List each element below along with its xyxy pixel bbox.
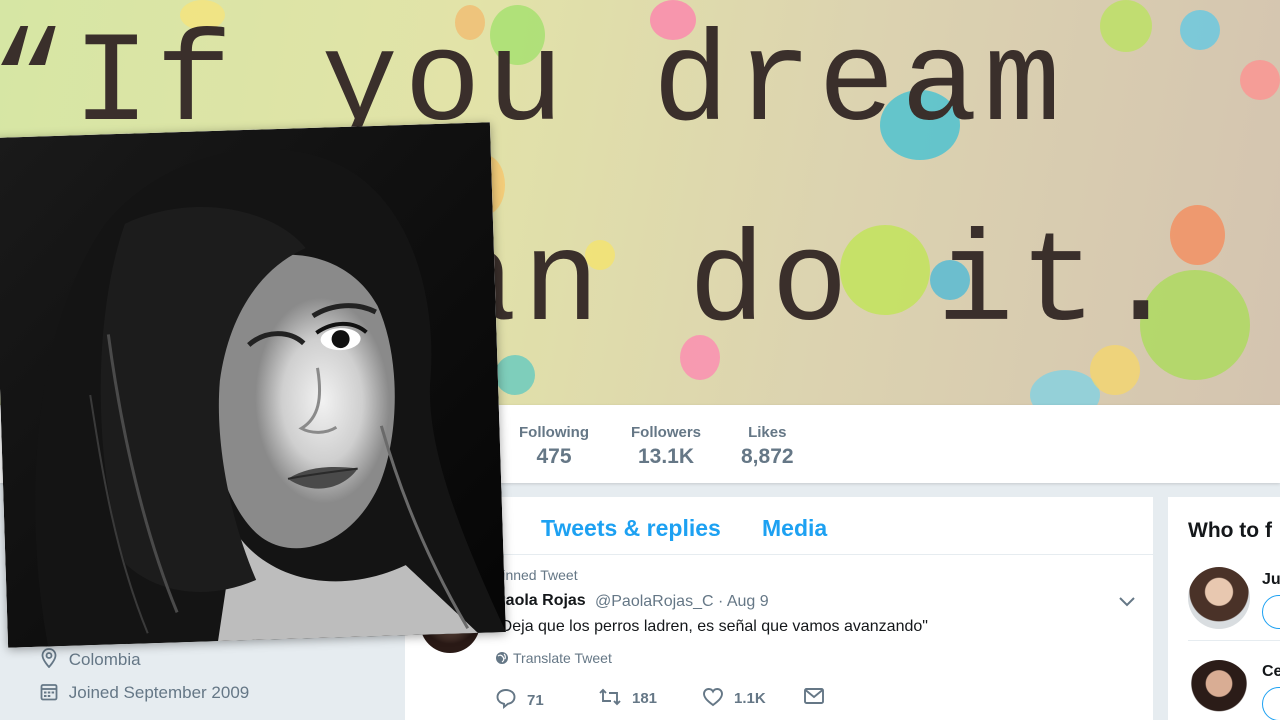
stat-followers-label: Followers xyxy=(631,424,702,441)
like-count: 1.1K xyxy=(734,690,766,707)
heart-icon xyxy=(702,688,734,707)
suggested-user-name[interactable]: Ju xyxy=(1262,571,1280,589)
profile-joined: Joined September 2009 xyxy=(40,683,249,718)
stat-likes-label: Likes xyxy=(748,424,787,441)
translate-tweet-text: Translate Tweet xyxy=(513,650,612,666)
stat-following-label: Following xyxy=(519,424,589,441)
stat-following[interactable]: Following 475 xyxy=(519,424,589,469)
tab-tweets-replies[interactable]: Tweets & replies xyxy=(541,515,721,542)
retweet-count: 181 xyxy=(632,690,658,707)
tab-media[interactable]: Media xyxy=(762,515,827,542)
stat-likes-value: 8,872 xyxy=(741,445,794,468)
stat-followers-value: 13.1K xyxy=(637,445,695,468)
retweet-icon xyxy=(598,688,632,707)
profile-tabs: s Tweets & replies Media xyxy=(405,497,1153,555)
envelope-icon xyxy=(803,688,835,705)
who-to-follow-title: Who to f xyxy=(1188,519,1272,542)
stat-following-value: 475 xyxy=(536,445,572,468)
pinned-label: Pinned Tweet xyxy=(493,567,578,583)
who-to-follow-card: Who to f Ju Ce xyxy=(1168,497,1280,720)
stat-likes[interactable]: Likes 8,872 xyxy=(741,424,794,469)
location-icon xyxy=(40,648,69,669)
tweet-handle-date[interactable]: @PaolaRojas_C · Aug 9 xyxy=(595,593,769,611)
calendar-icon xyxy=(40,683,69,702)
profile-info: Colombia Joined September 2009 xyxy=(40,648,249,718)
chevron-down-icon[interactable] xyxy=(1118,595,1136,613)
like-action[interactable]: 1.1K xyxy=(702,687,766,707)
joined-text: Joined September 2009 xyxy=(68,683,250,702)
banner-quote-line2: an do it. xyxy=(440,213,1186,358)
banner-quote-line1: “If you dream xyxy=(0,13,1067,158)
location-text: Colombia xyxy=(68,650,141,669)
tweet-author-name[interactable]: Paola Rojas xyxy=(495,592,586,610)
reply-action[interactable]: 71 xyxy=(495,687,544,709)
follow-button[interactable] xyxy=(1262,595,1280,629)
tweet-text: "Deja que los perros ladren, es señal qu… xyxy=(495,618,928,635)
avatar[interactable] xyxy=(1188,567,1250,629)
dm-action[interactable] xyxy=(803,687,835,705)
profile-photo[interactable] xyxy=(0,122,506,648)
reply-count: 71 xyxy=(527,692,544,709)
globe-icon xyxy=(495,650,513,666)
stat-followers[interactable]: Followers 13.1K xyxy=(631,424,701,469)
retweet-action[interactable]: 181 xyxy=(598,687,657,707)
timeline-card: s Tweets & replies Media Pinned Tweet Pa… xyxy=(405,497,1153,720)
profile-location: Colombia xyxy=(40,648,249,683)
avatar[interactable] xyxy=(1188,660,1250,720)
suggested-user-name[interactable]: Ce xyxy=(1262,663,1280,681)
reply-icon xyxy=(495,689,527,709)
divider xyxy=(1188,640,1280,641)
follow-button[interactable] xyxy=(1262,687,1280,720)
translate-tweet-link[interactable]: Translate Tweet xyxy=(495,650,612,666)
